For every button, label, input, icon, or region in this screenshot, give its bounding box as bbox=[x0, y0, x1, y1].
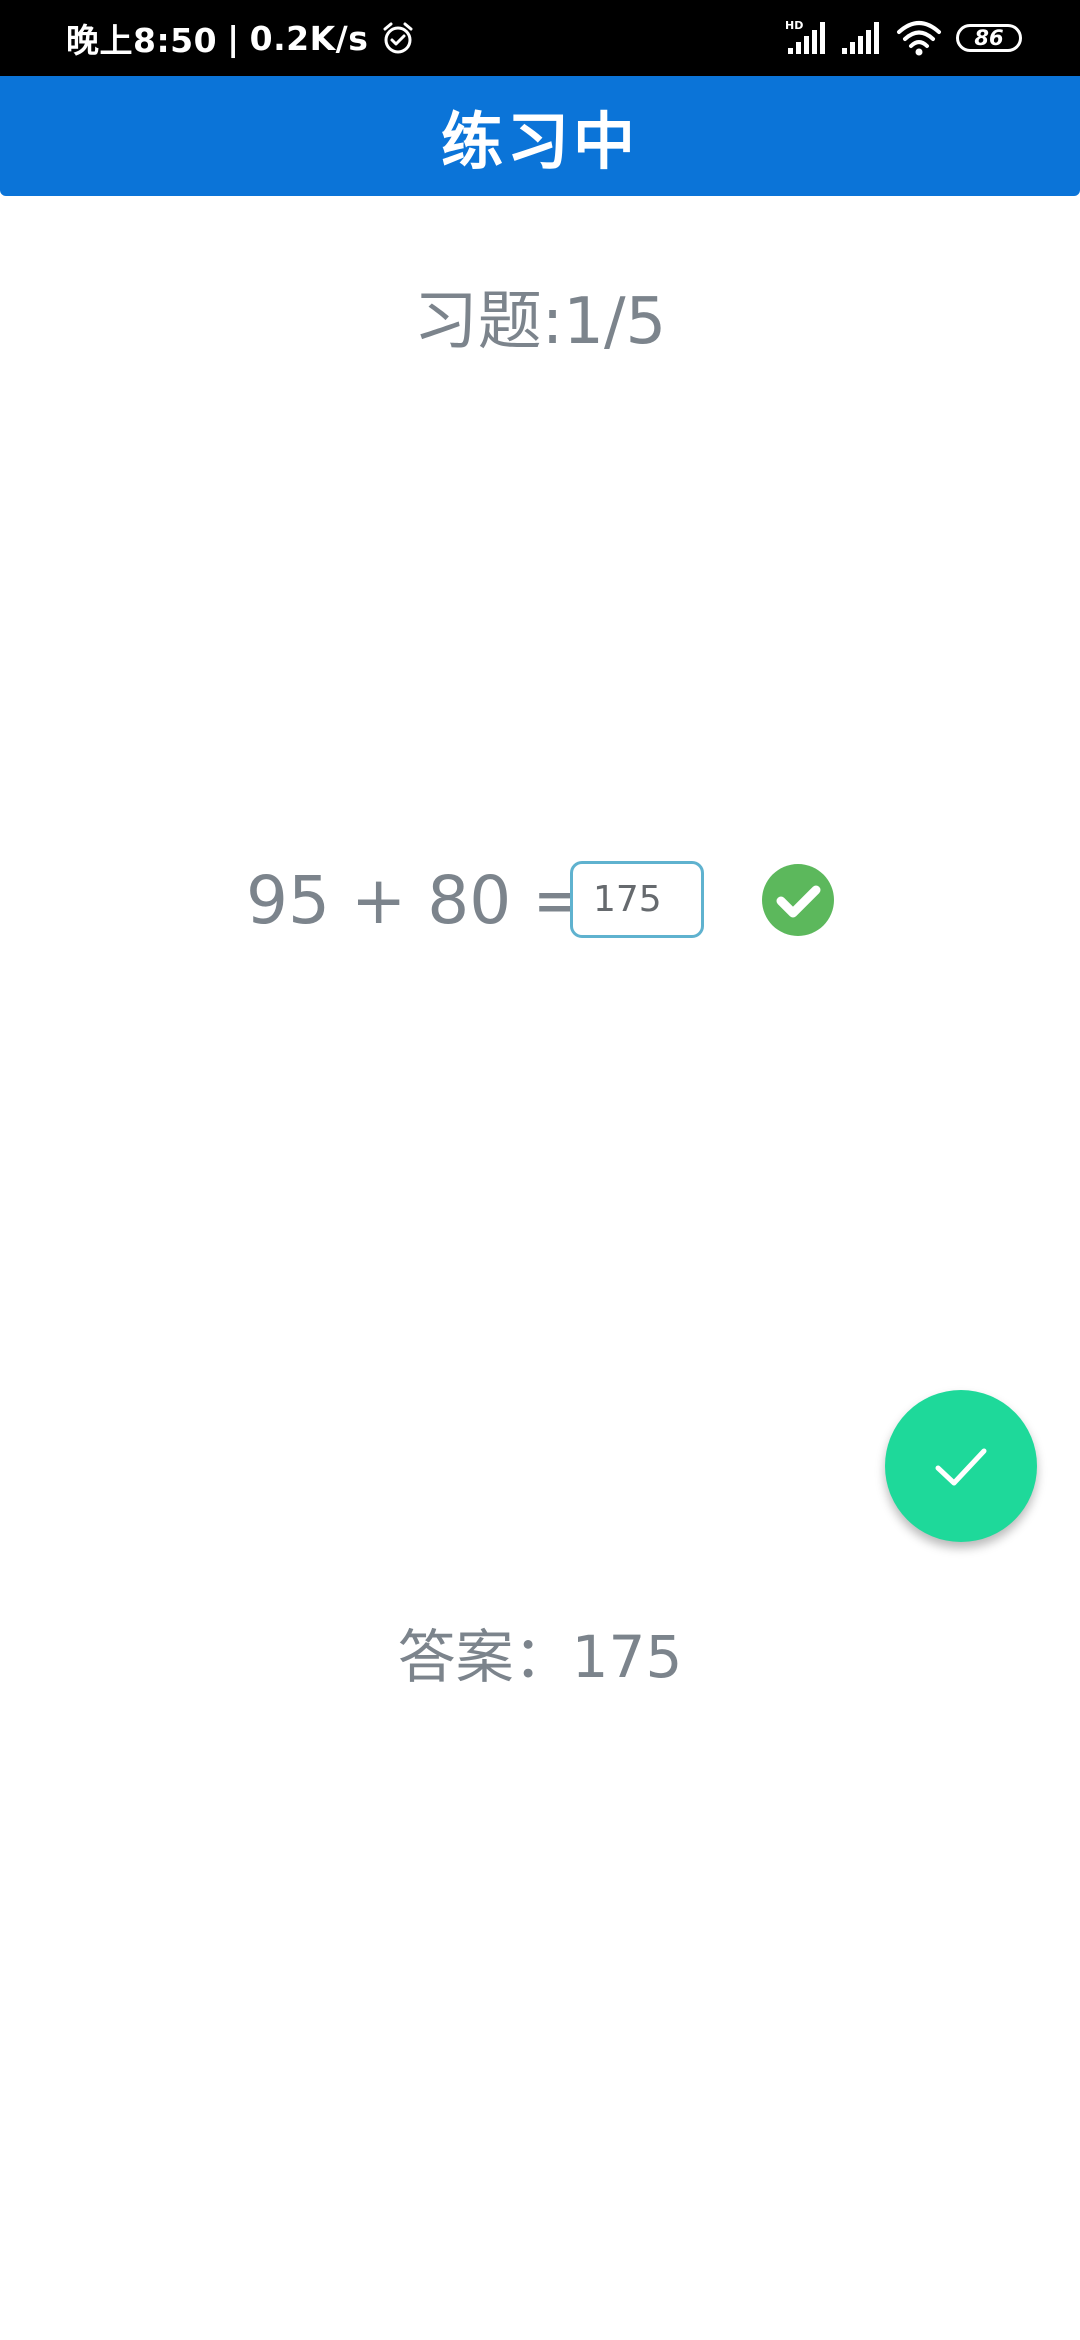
hd-signal-icon: HD bbox=[785, 19, 825, 54]
status-right: HD 86 bbox=[784, 0, 1022, 76]
status-left: 晚上8:50 | 0.2K/s bbox=[66, 0, 416, 76]
app-bar: 练习中 bbox=[0, 76, 1080, 196]
status-time: 晚上8:50 bbox=[66, 21, 218, 60]
page-title: 练习中 bbox=[440, 105, 639, 178]
network-speed: 0.2K/s bbox=[249, 18, 369, 58]
check-icon bbox=[935, 1448, 987, 1486]
submit-fab-button[interactable] bbox=[885, 1390, 1037, 1542]
alarm-icon bbox=[383, 22, 413, 54]
problem-row: 95 + 80 = bbox=[0, 860, 1080, 942]
question-progress: 习题:1/5 bbox=[413, 285, 667, 359]
status-separator: | bbox=[227, 18, 240, 58]
status-bar: 晚上8:50 | 0.2K/s HD 86 bbox=[0, 0, 1080, 76]
answer-input[interactable] bbox=[570, 861, 704, 938]
signal-icon bbox=[842, 22, 879, 54]
check-circle-icon bbox=[762, 864, 834, 936]
wifi-icon bbox=[897, 21, 941, 56]
answer-label: 答案：175 bbox=[397, 1623, 683, 1691]
hd-label: HD bbox=[785, 19, 803, 32]
screen: 晚上8:50 | 0.2K/s HD 86 练习中 习题:1/5 95 + 80… bbox=[0, 0, 1080, 2340]
equation-text: 95 + 80 = bbox=[246, 862, 588, 939]
battery-level: 86 bbox=[974, 26, 1004, 50]
battery-icon: 86 bbox=[956, 24, 1022, 52]
